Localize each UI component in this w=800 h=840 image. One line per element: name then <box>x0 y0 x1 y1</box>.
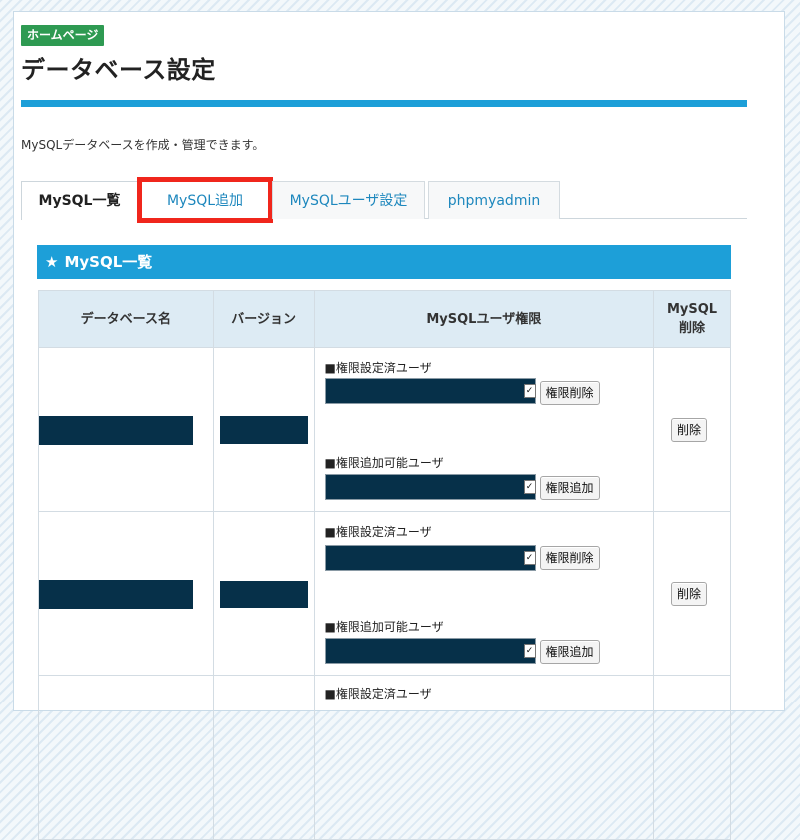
redacted-database-name <box>39 580 193 609</box>
col-delete-line1: MySQL <box>666 302 718 317</box>
granted-user-select[interactable]: ✓ <box>324 545 536 571</box>
addable-user-select[interactable]: ✓ <box>324 474 536 500</box>
delete-cell: 削除 <box>653 511 731 676</box>
tab-mysql-list[interactable]: MySQL一覧 <box>21 181 138 220</box>
granted-users-label: ■権限設定済ユーザ <box>324 525 432 539</box>
page-title: データベース設定 <box>21 56 216 84</box>
redacted-version <box>219 581 308 608</box>
database-name-cell <box>38 511 214 676</box>
database-table: データベース名 バージョン MySQLユーザ権限 MySQL 削除 ■権限設定済ユ… <box>38 290 731 840</box>
page-description: MySQLデータベースを作成・管理できます。 <box>21 138 265 152</box>
col-delete-line2: 削除 <box>679 321 706 336</box>
section-title: MySQL一覧 <box>64 253 153 271</box>
tab-mysql-user-settings[interactable]: MySQLユーザ設定 <box>272 181 425 219</box>
chevron-down-icon: ✓ <box>523 384 536 398</box>
delete-database-button[interactable]: 削除 <box>671 418 708 442</box>
database-name-cell <box>38 675 214 840</box>
redacted-version <box>219 416 308 444</box>
tab-mysql-add[interactable]: MySQL追加 <box>137 177 273 223</box>
permissions-cell: ■権限設定済ユーザ ✓ 権限削除 ■権限追加可能ユーザ ✓ 権限追加 <box>313 511 655 676</box>
breadcrumb-badge[interactable]: ホームページ <box>21 25 105 46</box>
permissions-cell: ■権限設定済ユーザ <box>313 675 655 840</box>
col-version: バージョン <box>212 290 315 348</box>
granted-users-label: ■権限設定済ユーザ <box>324 687 432 701</box>
section-header: ★ MySQL一覧 <box>37 245 731 279</box>
revoke-permission-button[interactable]: 権限削除 <box>539 381 600 405</box>
title-underline <box>21 100 747 107</box>
add-permission-button[interactable]: 権限追加 <box>539 476 600 500</box>
delete-cell: 削除 <box>653 347 731 512</box>
addable-users-label: ■権限追加可能ユーザ <box>324 456 444 470</box>
star-icon: ★ <box>45 253 59 271</box>
add-permission-button[interactable]: 権限追加 <box>539 640 600 664</box>
tab-phpmyadmin[interactable]: phpmyadmin <box>428 181 560 219</box>
version-cell <box>212 675 315 840</box>
granted-user-select[interactable]: ✓ <box>324 378 536 404</box>
permissions-cell: ■権限設定済ユーザ ✓ 権限削除 ■権限追加可能ユーザ ✓ 権限追加 <box>313 347 655 512</box>
revoke-permission-button[interactable]: 権限削除 <box>539 546 600 570</box>
chevron-down-icon: ✓ <box>523 480 536 494</box>
table-row: ■権限設定済ユーザ ✓ 権限削除 ■権限追加可能ユーザ ✓ 権限追加 削除 <box>38 511 731 676</box>
delete-cell <box>653 675 731 840</box>
tab-bar: MySQL一覧 MySQL追加 MySQLユーザ設定 phpmyadmin <box>21 177 747 223</box>
version-cell <box>212 511 315 676</box>
chevron-down-icon: ✓ <box>523 551 536 565</box>
chevron-down-icon: ✓ <box>523 644 536 658</box>
col-delete: MySQL 削除 <box>653 290 731 348</box>
granted-users-label: ■権限設定済ユーザ <box>324 361 432 375</box>
table-row: ■権限設定済ユーザ ✓ 権限削除 ■権限追加可能ユーザ ✓ 権限追加 削除 <box>38 347 731 512</box>
addable-user-select[interactable]: ✓ <box>324 638 536 664</box>
addable-users-label: ■権限追加可能ユーザ <box>324 620 444 634</box>
redacted-database-name <box>39 416 193 445</box>
version-cell <box>212 347 315 512</box>
table-row: ■権限設定済ユーザ <box>38 675 731 840</box>
database-name-cell <box>38 347 214 512</box>
col-database-name: データベース名 <box>38 290 214 348</box>
col-user-permissions: MySQLユーザ権限 <box>313 290 655 348</box>
delete-database-button[interactable]: 削除 <box>671 582 708 606</box>
